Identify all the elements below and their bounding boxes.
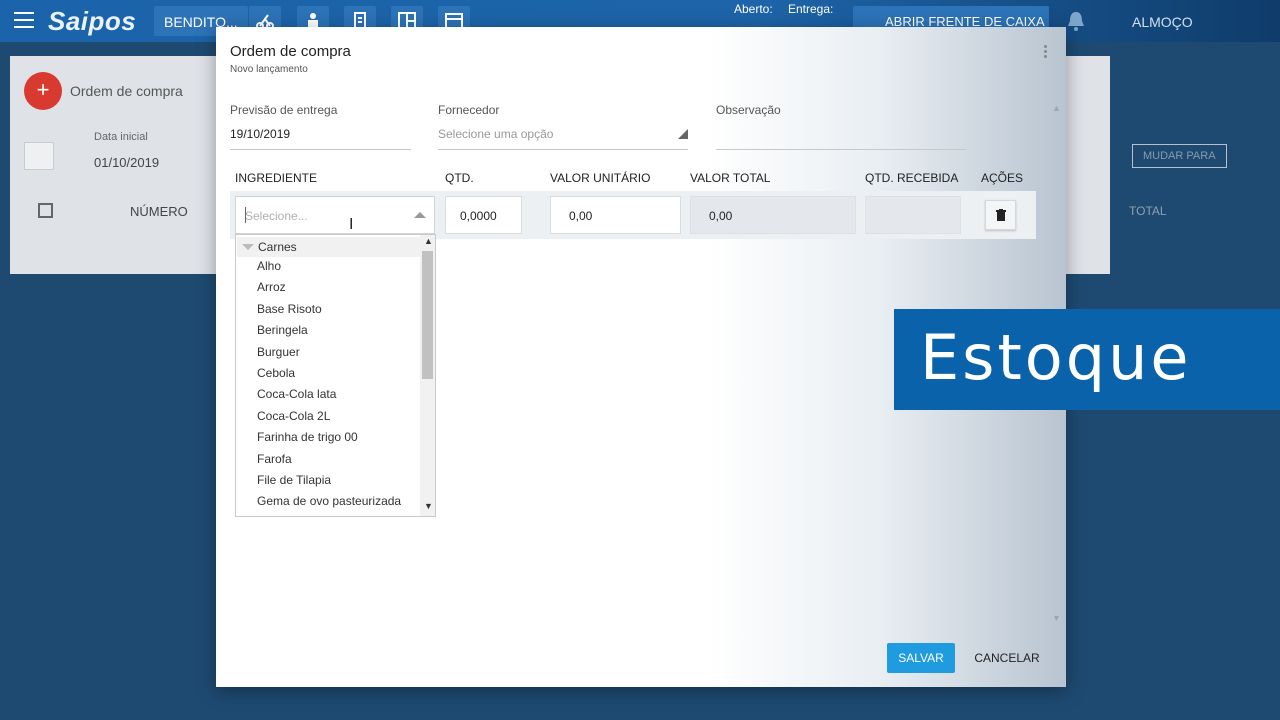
delivery-date-input[interactable]: 19/10/2019 bbox=[230, 127, 290, 141]
dropdown-option[interactable]: Cebola bbox=[257, 366, 401, 387]
bulk-action-dropdown[interactable] bbox=[24, 142, 54, 170]
start-date-label: Data inicial bbox=[94, 131, 148, 143]
dropdown-option[interactable]: Coca-Cola lata bbox=[257, 387, 401, 408]
banner-title: Estoque bbox=[920, 321, 1192, 394]
mouse-ibeam-cursor: I bbox=[349, 216, 354, 233]
scroll-up-arrow-icon[interactable]: ▲ bbox=[424, 236, 433, 246]
cancel-button[interactable]: CANCELAR bbox=[968, 643, 1046, 673]
delivery-label: Entrega: bbox=[788, 2, 834, 16]
background-page-title: Ordem de compra bbox=[70, 83, 183, 99]
dropdown-option[interactable]: Burguer bbox=[257, 345, 401, 366]
supplier-label: Fornecedor bbox=[438, 103, 500, 117]
unit-value-input[interactable]: 0,00 bbox=[550, 196, 681, 234]
dropdown-option[interactable]: Base Risoto bbox=[257, 302, 401, 323]
video-overlay-banner: Estoque bbox=[894, 309, 1280, 410]
dropdown-option[interactable]: Coca-Cola 2L bbox=[257, 409, 401, 430]
dropdown-options: Alho Arroz Base Risoto Beringela Burguer… bbox=[257, 259, 401, 516]
delivery-date-underline bbox=[230, 149, 411, 150]
dropdown-option[interactable]: File de Tilapia bbox=[257, 473, 401, 494]
ingredient-dropdown: Carnes Alho Arroz Base Risoto Beringela … bbox=[235, 234, 436, 517]
add-order-button[interactable]: + bbox=[24, 72, 62, 110]
dropdown-option[interactable]: Gema de ovo pasteurizada bbox=[257, 494, 401, 515]
delivery-date-label: Previsão de entrega bbox=[230, 103, 338, 117]
modal-title: Ordem de compra bbox=[230, 43, 351, 60]
supplier-caret-icon[interactable] bbox=[678, 129, 688, 139]
chevron-up-icon[interactable] bbox=[414, 212, 426, 218]
text-caret bbox=[245, 207, 246, 223]
column-numero: NÚMERO bbox=[130, 204, 188, 219]
save-button[interactable]: SALVAR bbox=[887, 643, 955, 673]
dropdown-group-header: Carnes bbox=[237, 237, 420, 257]
dropdown-option[interactable]: Arroz bbox=[257, 280, 401, 301]
menu-icon[interactable] bbox=[14, 12, 34, 28]
ingredient-select[interactable]: Selecione... bbox=[235, 196, 435, 234]
app-logo: Saipos bbox=[48, 6, 137, 36]
bell-icon[interactable] bbox=[1066, 10, 1086, 37]
modal-scroll-up-icon[interactable]: ▲ bbox=[1052, 103, 1061, 113]
supplier-select[interactable]: Selecione uma opção bbox=[438, 127, 553, 141]
start-date-value[interactable]: 01/10/2019 bbox=[94, 155, 159, 170]
delete-row-button[interactable] bbox=[985, 200, 1016, 230]
dropdown-option[interactable]: Farofa bbox=[257, 452, 401, 473]
shift-label[interactable]: ALMOÇO bbox=[1132, 14, 1193, 30]
notes-label: Observação bbox=[716, 103, 781, 117]
dropdown-option[interactable]: Alho bbox=[257, 259, 401, 280]
dropdown-option[interactable]: Beringela bbox=[257, 323, 401, 344]
column-total: TOTAL bbox=[1129, 204, 1167, 218]
col-valor-unitario: VALOR UNITÁRIO bbox=[550, 171, 651, 185]
total-value-field: 0,00 bbox=[690, 196, 856, 234]
trash-icon bbox=[996, 209, 1006, 221]
notes-input[interactable] bbox=[716, 149, 966, 150]
scrollbar-thumb[interactable] bbox=[422, 251, 433, 379]
qty-input[interactable]: 0,0000 bbox=[445, 196, 522, 234]
collapse-triangle-icon bbox=[242, 244, 254, 250]
supplier-underline bbox=[438, 149, 688, 150]
more-options-icon[interactable] bbox=[1044, 45, 1048, 60]
scroll-down-arrow-icon[interactable]: ▼ bbox=[424, 501, 433, 511]
col-qtd: QTD. bbox=[445, 171, 474, 185]
modal-subtitle: Novo lançamento bbox=[230, 64, 308, 75]
col-qtd-recebida: QTD. RECEBIDA bbox=[865, 171, 959, 185]
ingredient-placeholder: Selecione... bbox=[245, 209, 308, 223]
select-all-checkbox[interactable] bbox=[38, 203, 53, 218]
col-valor-total: VALOR TOTAL bbox=[690, 171, 771, 185]
dropdown-group-label: Carnes bbox=[258, 240, 297, 254]
dropdown-option[interactable]: Farinha de trigo 00 bbox=[257, 430, 401, 451]
col-ingrediente: INGREDIENTE bbox=[235, 171, 318, 185]
col-acoes: AÇÕES bbox=[981, 171, 1024, 185]
modal-scroll-down-icon[interactable]: ▼ bbox=[1052, 613, 1061, 623]
dropdown-scrollbar[interactable]: ▲ ▼ bbox=[420, 235, 435, 516]
status-open-label: Aberto: bbox=[734, 2, 773, 16]
change-to-button[interactable]: MUDAR PARA bbox=[1132, 144, 1227, 168]
received-qty-field bbox=[865, 196, 961, 234]
